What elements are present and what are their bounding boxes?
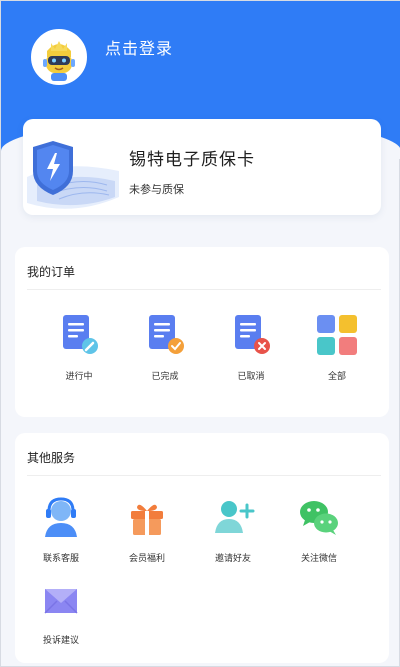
avatar-mascot-icon xyxy=(33,31,85,83)
warranty-card-title: 锡特电子质保卡 xyxy=(129,150,255,170)
orders-title: 我的订单 xyxy=(27,265,76,279)
gift-icon xyxy=(131,504,163,535)
divider xyxy=(27,289,381,290)
service-invite-friends[interactable]: 邀请好友 xyxy=(193,493,273,564)
service-invite-friends-label: 邀请好友 xyxy=(214,554,251,564)
doc-wrench-icon xyxy=(63,315,98,354)
doc-check-icon xyxy=(149,315,184,354)
headset-icon xyxy=(45,497,77,537)
order-all[interactable]: 全部 xyxy=(297,311,377,382)
services-panel: 其他服务 联系客服 会员福利 邀请好友 关注微信 投诉建议 xyxy=(15,433,389,663)
order-completed-label: 已完成 xyxy=(151,372,179,382)
service-feedback-label: 投诉建议 xyxy=(42,636,79,646)
feedback-mail-icon xyxy=(44,589,78,614)
service-follow-wechat-label: 关注微信 xyxy=(300,554,337,564)
service-member-benefits-label: 会员福利 xyxy=(128,554,165,564)
service-member-benefits[interactable]: 会员福利 xyxy=(107,493,187,564)
order-completed[interactable]: 已完成 xyxy=(125,311,205,382)
wechat-icon xyxy=(300,501,338,535)
add-friend-icon xyxy=(215,501,255,533)
avatar[interactable] xyxy=(31,29,87,85)
divider xyxy=(27,475,381,476)
grid-all-icon xyxy=(317,315,357,355)
order-in-progress-label: 进行中 xyxy=(65,372,93,382)
login-link[interactable]: 点击登录 xyxy=(105,35,173,59)
doc-cancel-icon xyxy=(235,315,270,354)
warranty-card[interactable]: 锡特电子质保卡 未参与质保 xyxy=(23,119,381,215)
order-all-label: 全部 xyxy=(327,372,346,382)
service-customer-support-label: 联系客服 xyxy=(42,554,79,564)
warranty-status: 未参与质保 xyxy=(129,183,184,196)
service-follow-wechat[interactable]: 关注微信 xyxy=(279,493,359,564)
warranty-card-illustration xyxy=(27,141,119,209)
order-cancelled-label: 已取消 xyxy=(237,372,265,382)
order-cancelled[interactable]: 已取消 xyxy=(211,311,291,382)
service-feedback[interactable]: 投诉建议 xyxy=(21,575,101,646)
service-customer-support[interactable]: 联系客服 xyxy=(21,493,101,564)
order-in-progress[interactable]: 进行中 xyxy=(39,311,119,382)
services-title: 其他服务 xyxy=(27,451,76,465)
orders-panel: 我的订单 进行中 已完成 已取消 全部 xyxy=(15,247,389,417)
